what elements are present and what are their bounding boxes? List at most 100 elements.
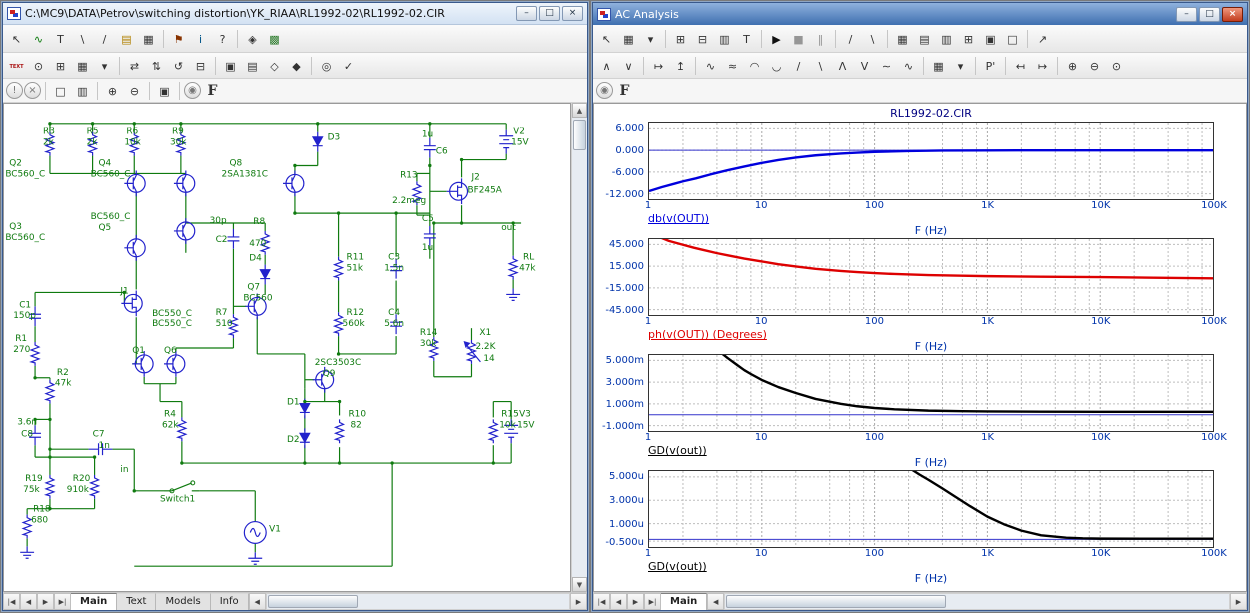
vertical-tag-icon[interactable]: ↥ [670, 56, 691, 76]
find-tool-icon[interactable]: ◎ [316, 56, 337, 76]
copy-to-clipboard-icon[interactable]: □ [50, 81, 71, 101]
scroll-left-button[interactable]: ◀ [707, 593, 724, 610]
zoom-in-icon[interactable]: ⊕ [102, 81, 123, 101]
node-numbers-toggle-icon[interactable]: ⊞ [50, 56, 71, 76]
cursor-mode-icon[interactable]: / [840, 29, 861, 49]
peak-cursor-icon[interactable]: ∧ [596, 56, 617, 76]
data-points-toggle-icon[interactable]: ▦ [892, 29, 913, 49]
color-palette-icon[interactable]: ▦ [928, 56, 949, 76]
scroll-right-button[interactable]: ▶ [570, 593, 587, 610]
send-to-back-icon[interactable]: ◆ [286, 56, 307, 76]
analysis-titlebar[interactable]: AC Analysis –□× [593, 3, 1247, 25]
horizontal-scroll-thumb[interactable] [268, 595, 358, 608]
vertical-scroll-track[interactable] [572, 118, 587, 577]
component-grid-icon[interactable]: ▦ [618, 29, 639, 49]
waveform-sine-icon[interactable]: ∿ [700, 56, 721, 76]
vertical-scroll-thumb[interactable] [573, 120, 586, 150]
ruler-toggle-icon[interactable]: ▥ [936, 29, 957, 49]
last-tab-button[interactable]: ▶| [54, 593, 71, 610]
multi-panel-view-icon[interactable]: □ [1002, 29, 1023, 49]
analysis-limits-icon[interactable]: ⊟ [692, 29, 713, 49]
trace-legend[interactable]: db(v(OUT)) [648, 212, 709, 225]
schematic-canvas[interactable]: R32kR52kR610kR930kD31uC6V215VQ2BC560_CQ4… [3, 103, 571, 592]
copy-page-icon[interactable]: ▥ [72, 81, 93, 101]
go-first-cursor-icon[interactable]: ↤ [1010, 56, 1031, 76]
tokens-toggle-icon[interactable]: ▤ [914, 29, 935, 49]
horizontal-scroll-thumb[interactable] [726, 595, 946, 608]
text-attribute-tool-icon[interactable]: TEXT [6, 56, 27, 76]
diagonal-mode-icon[interactable]: / [94, 29, 115, 49]
plot-area-gd-milli[interactable]: 5.000m3.000m1.000m-1.000m [648, 354, 1214, 432]
component-dropdown-icon[interactable]: ▾ [640, 29, 661, 49]
text-mode-icon[interactable]: T [736, 29, 757, 49]
wire-mode-icon[interactable]: ∿ [28, 29, 49, 49]
next-tab-button[interactable]: ▶ [37, 593, 54, 610]
close-button[interactable]: × [1222, 7, 1243, 22]
mode-indicator-icon[interactable]: ◉ [596, 82, 613, 99]
minimize-button[interactable]: – [1176, 7, 1197, 22]
valley-cursor-icon[interactable]: ∨ [618, 56, 639, 76]
help-mode-icon[interactable]: ? [212, 29, 233, 49]
last-tab-button[interactable]: ▶| [644, 593, 661, 610]
select-tool-icon[interactable]: ↖ [6, 29, 27, 49]
trace-legend[interactable]: ph(v(OUT)) (Degrees) [648, 328, 767, 341]
component-browser-icon[interactable]: ▦ [138, 29, 159, 49]
horizontal-scroll-track[interactable] [266, 593, 570, 610]
tab-text[interactable]: Text [117, 593, 156, 610]
abort-button-icon[interactable]: ! [6, 82, 23, 99]
horizontal-scrollbar[interactable]: ◀ ▶ [707, 593, 1247, 610]
trace-legend[interactable]: GD(v(out)) [648, 444, 707, 457]
first-tab-button[interactable]: |◀ [593, 593, 610, 610]
waveform-fall-icon[interactable]: \ [810, 56, 831, 76]
scroll-down-button[interactable]: ▼ [572, 577, 587, 592]
close-button[interactable]: × [562, 6, 583, 21]
camera-tool-icon[interactable]: ▣ [154, 81, 175, 101]
formula-button-icon[interactable]: F [614, 81, 635, 101]
waveform-valley-icon[interactable]: V [854, 56, 875, 76]
rotate-tool-icon[interactable]: ↺ [168, 56, 189, 76]
select-tool-icon[interactable]: ↖ [596, 29, 617, 49]
zoom-out-icon[interactable]: ⊖ [124, 81, 145, 101]
tab-info[interactable]: Info [211, 593, 249, 610]
repeat-find-icon[interactable]: ✓ [338, 56, 359, 76]
flag-mode-icon[interactable]: ⚑ [168, 29, 189, 49]
waveform-arc-down-icon[interactable]: ◡ [766, 56, 787, 76]
zoom-in-icon[interactable]: ⊕ [1062, 56, 1083, 76]
waveform-wave2-icon[interactable]: ∿ [898, 56, 919, 76]
stop-button-icon[interactable]: ■ [788, 29, 809, 49]
plot-region[interactable]: RL1992-02.CIR6.0000.000-6.000-12.0001101… [593, 103, 1247, 592]
mirror-horizontal-icon[interactable]: ⇄ [124, 56, 145, 76]
scroll-right-button[interactable]: ▶ [1230, 593, 1247, 610]
p-prime-button-icon[interactable]: P' [980, 56, 1001, 76]
waveform-tilde-icon[interactable]: ∼ [876, 56, 897, 76]
grid-settings-icon[interactable]: ▦ [72, 56, 93, 76]
region-select-tool-icon[interactable]: ▤ [242, 56, 263, 76]
prev-tab-button[interactable]: ◀ [20, 593, 37, 610]
waveform-rise-icon[interactable]: / [788, 56, 809, 76]
zoom-window-icon[interactable]: ⊙ [1106, 56, 1127, 76]
cursor-next-mode-icon[interactable]: \ [862, 29, 883, 49]
vertical-scrollbar[interactable]: ▲ ▼ [571, 103, 587, 592]
mirror-vertical-icon[interactable]: ⇅ [146, 56, 167, 76]
single-panel-view-icon[interactable]: ▣ [980, 29, 1001, 49]
scale-mode-icon[interactable]: ▥ [714, 29, 735, 49]
trace-legend[interactable]: GD(v(out)) [648, 560, 707, 573]
analysis-properties-icon[interactable]: ⊞ [670, 29, 691, 49]
run-button-icon[interactable]: ▶ [766, 29, 787, 49]
formula-button-icon[interactable]: F [202, 81, 223, 101]
pause-button-icon[interactable]: ‖ [810, 29, 831, 49]
waveform-peak-icon[interactable]: Λ [832, 56, 853, 76]
schematic-titlebar[interactable]: C:\MC9\DATA\Petrov\switching distortion\… [3, 3, 587, 25]
minimize-button[interactable]: – [516, 6, 537, 21]
line-mode-icon[interactable]: \ [72, 29, 93, 49]
plot-area-db[interactable]: 6.0000.000-6.000-12.000 [648, 122, 1214, 200]
horizontal-tag-icon[interactable]: ↦ [648, 56, 669, 76]
waveform-approx-icon[interactable]: ≈ [722, 56, 743, 76]
plus-mark-toggle-icon[interactable]: ⊞ [958, 29, 979, 49]
zoom-out-icon[interactable]: ⊖ [1084, 56, 1105, 76]
exit-analysis-icon[interactable]: ↗ [1032, 29, 1053, 49]
go-last-cursor-icon[interactable]: ↦ [1032, 56, 1053, 76]
prev-tab-button[interactable]: ◀ [610, 593, 627, 610]
mode-indicator-icon[interactable]: ◉ [184, 82, 201, 99]
text-mode-icon[interactable]: T [50, 29, 71, 49]
